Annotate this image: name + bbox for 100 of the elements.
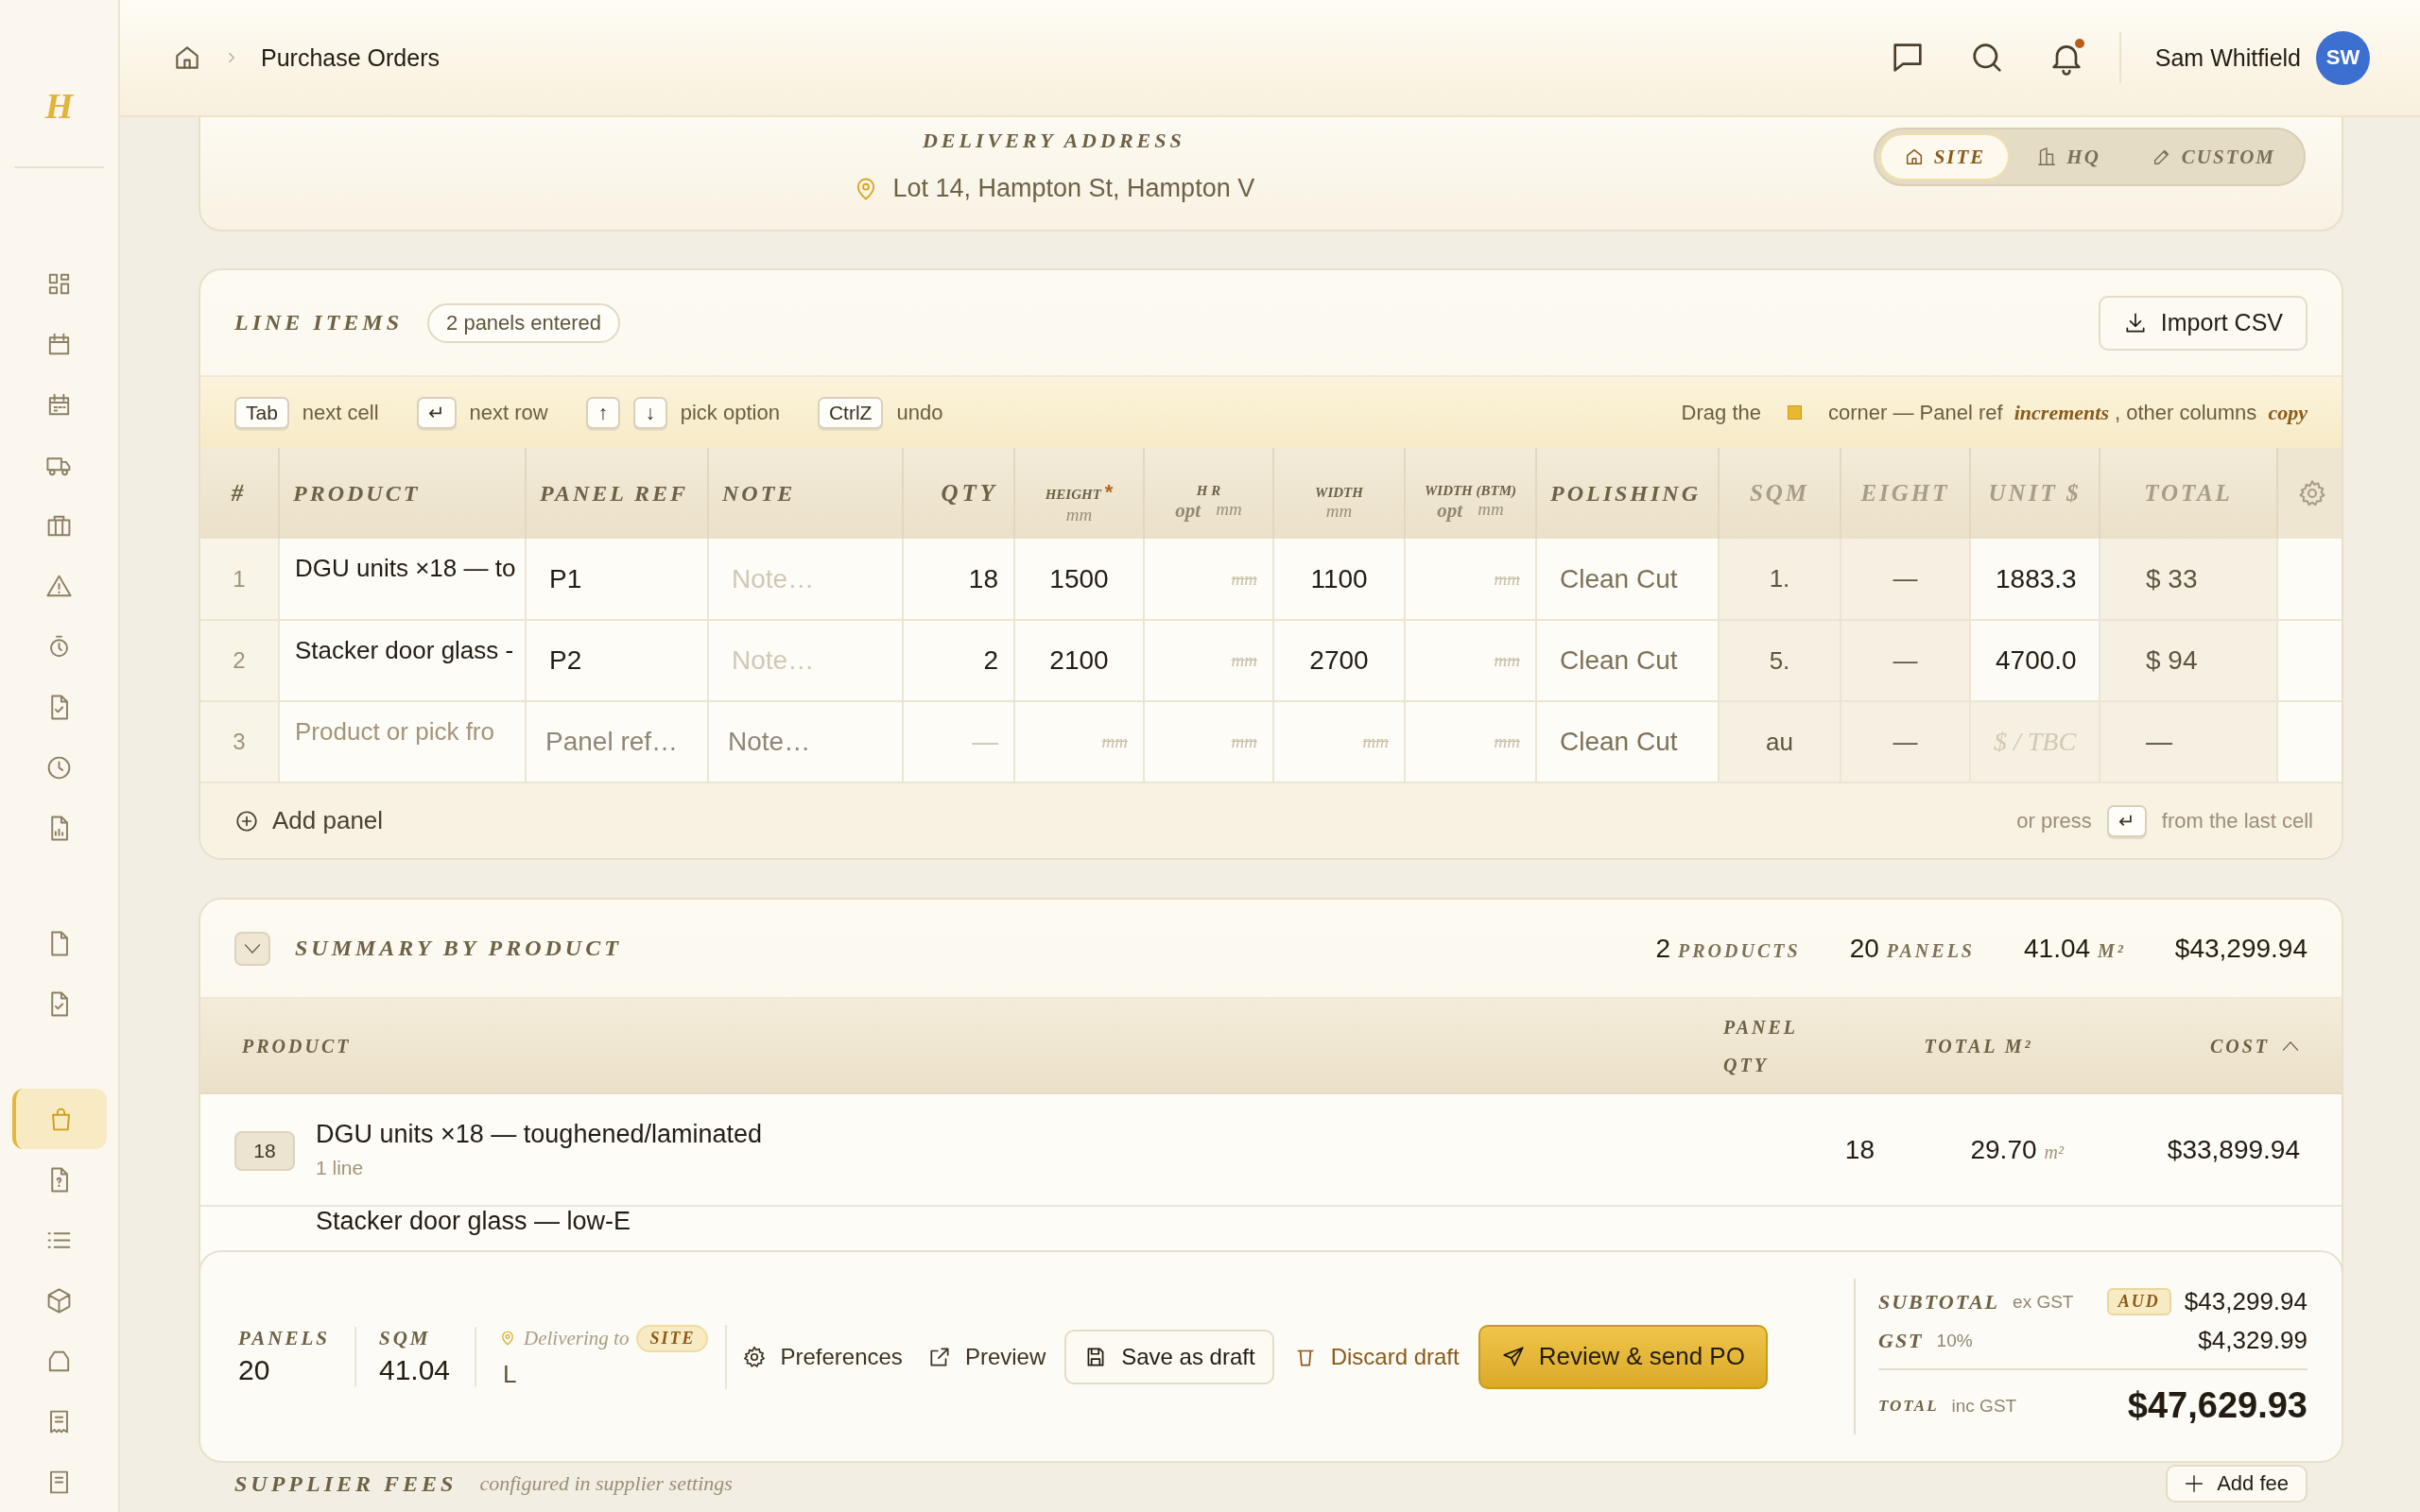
collapse-button[interactable] (234, 931, 270, 966)
table-cell[interactable]: 2 (903, 620, 1014, 701)
preferences-button[interactable]: Preferences (736, 1343, 908, 1370)
stat-value: 20 (1849, 933, 1879, 964)
table-cell[interactable]: 2100 (1014, 620, 1144, 701)
stat-label: PANELS (238, 1327, 330, 1350)
total-note: inc GST (1951, 1395, 2017, 1417)
segment-tab[interactable]: CUSTOM (2128, 135, 2298, 179)
discard-draft-button[interactable]: Discard draft (1287, 1343, 1465, 1370)
segment-tab[interactable]: SITE (1880, 135, 2009, 179)
column-header[interactable]: PANEL QTY (1723, 1007, 1827, 1084)
total-label: GST (1878, 1328, 1924, 1353)
quantity-badge: 18 (234, 1131, 295, 1171)
table-cell[interactable]: 18 (903, 539, 1014, 620)
table-cell[interactable]: 1100 (1273, 539, 1405, 620)
key-cap: ↵ (2106, 804, 2147, 837)
line-count: 1 line (316, 1157, 365, 1179)
column-header[interactable]: # (216, 471, 263, 516)
breadcrumb-item[interactable]: Purchase Orders (261, 43, 440, 72)
table-cell[interactable]: Clean Cut (1536, 701, 1719, 782)
table-cell[interactable]: Panel ref… (526, 701, 708, 782)
table-cell: 1. (1719, 539, 1841, 620)
table-cell[interactable]: Stacker door glass - (279, 620, 526, 701)
preview-button[interactable]: Preview (921, 1343, 1052, 1370)
section-title: SUPPLIER FEES (234, 1470, 458, 1497)
product-name: Stacker door glass — low-E (316, 1207, 631, 1236)
review-send-button[interactable]: Review & send PO (1478, 1324, 1768, 1389)
stat-value: $43,299.94 (2174, 933, 2308, 964)
table-cell[interactable]: DGU units ×18 — to (279, 539, 526, 620)
stat-value: 41.04 (2024, 933, 2091, 964)
column-settings-button[interactable] (2277, 448, 2342, 539)
table-cell[interactable]: 1500 (1014, 539, 1144, 620)
unit-label: m² (2044, 1141, 2064, 1162)
row-number: 2 (200, 620, 279, 701)
user-avatar[interactable]: SW (2316, 30, 2370, 85)
add-panel-button[interactable]: Add panel (229, 806, 389, 835)
area-value: 29.70 (1970, 1134, 2037, 1164)
table-cell[interactable]: P2 (526, 620, 708, 701)
table-cell: $ 33 (2100, 539, 2277, 620)
key-cap: Tab (234, 396, 289, 429)
settings-icon (742, 1344, 768, 1369)
cube-icon (45, 1286, 73, 1314)
column-header[interactable]: COST (2209, 1026, 2270, 1065)
column-header[interactable]: WIDTH (BTM) (1424, 483, 1517, 499)
unit-label: mm (1216, 499, 1242, 521)
cost-value: $33,899.94 (2167, 1134, 2300, 1165)
stat-label: PANELS (1886, 939, 1975, 962)
save-draft-button[interactable]: Save as draft (1064, 1329, 1274, 1384)
key-cap: ↓ (632, 396, 667, 429)
column-header[interactable]: POLISHING (1550, 471, 1706, 516)
unit-label: mm (1325, 500, 1353, 522)
plus-circle-icon (234, 808, 259, 833)
total-label: TOTAL (1878, 1396, 1939, 1416)
count-badge: 2 panels entered (427, 302, 620, 343)
unit-label: mm (1478, 499, 1504, 521)
section-title: SUMMARY BY PRODUCT (295, 936, 622, 961)
table-cell[interactable]: Clean Cut (1536, 539, 1719, 620)
total-label: SUBTOTAL (1878, 1289, 2000, 1314)
table-cell[interactable]: P1 (526, 539, 708, 620)
column-header[interactable]: H R (1196, 483, 1221, 499)
hint-text: next cell (302, 400, 379, 425)
table-cell[interactable]: 1883.3 (1970, 539, 2100, 620)
column-header[interactable]: QTY (919, 471, 998, 516)
row-number: 3 (200, 701, 279, 782)
table-cell[interactable]: Note… (708, 701, 903, 782)
stat-value: 20 (238, 1354, 271, 1386)
total-value: $4,329.99 (2198, 1326, 2308, 1355)
table-cell: — (1841, 539, 1970, 620)
address-text: Lot 14, Hampton St, Hampton V (892, 174, 1255, 203)
column-header[interactable]: TOTAL M² (1924, 1035, 2033, 1057)
table-cell[interactable]: Product or pick fro (279, 701, 526, 782)
stat-label: M² (2098, 939, 2126, 962)
user-name[interactable]: Sam Whitfield (2154, 43, 2301, 72)
table-cell[interactable]: 4700.0 (1970, 620, 2100, 701)
hint-text: Drag the (1681, 400, 1761, 425)
column-header[interactable]: WIDTH (1315, 484, 1363, 501)
nav-item[interactable] (11, 1089, 107, 1149)
hint-text: configured in supplier settings (479, 1471, 733, 1496)
table-cell[interactable]: 2700 (1273, 620, 1405, 701)
table-cell[interactable]: Clean Cut (1536, 620, 1719, 701)
total-note: ex GST (2013, 1291, 2074, 1313)
segment-tab[interactable]: HQ (2014, 135, 2123, 179)
product-name: DGU units ×18 — toughened/laminated (316, 1120, 763, 1149)
import-csv-button[interactable]: Import CSV (2098, 295, 2308, 351)
hint-text: pick option (680, 400, 780, 425)
column-header[interactable]: PRODUCT (293, 471, 513, 516)
key-cap: CtrlZ (817, 396, 884, 429)
total-value: $47,629.93 (2127, 1385, 2308, 1426)
total-value: $43,299.94 (2184, 1287, 2308, 1316)
table-cell: au (1719, 701, 1841, 782)
column-header[interactable]: NOTE (722, 471, 890, 516)
table-cell: — (2100, 701, 2277, 782)
settings-icon[interactable] (2297, 478, 2327, 508)
panel-qty: 18 (1844, 1134, 1875, 1164)
column-header[interactable]: HEIGHT (1045, 487, 1101, 503)
optional-label: opt (1175, 499, 1201, 523)
column-header[interactable]: PANEL REF (540, 471, 696, 516)
add-fee-button[interactable]: Add fee (2166, 1465, 2308, 1503)
table-cell: $ 94 (2100, 620, 2277, 701)
column-header[interactable]: PRODUCT (242, 1035, 352, 1057)
